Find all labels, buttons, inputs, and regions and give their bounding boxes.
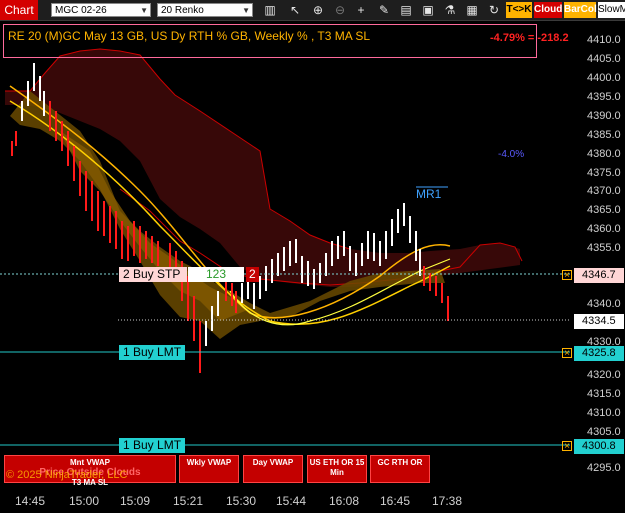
price-tick: 4295.0 (587, 462, 621, 474)
price-tick: 4355.0 (587, 242, 621, 254)
button-label: Min (330, 468, 344, 477)
t-k-button[interactable]: T<>K (506, 2, 532, 18)
bar-type-select[interactable]: 20 Renko ▼ (157, 3, 253, 17)
price-tick: 4340.0 (587, 298, 621, 310)
wkly-vwap-button[interactable]: Wkly VWAP (179, 455, 239, 483)
zoom-out-icon[interactable]: ⊖ (333, 2, 347, 18)
chart-toolbar: Chart MGC 02-26 ▼ 20 Renko ▼ ▥ ↖ ⊕ ⊖ + ✎… (0, 0, 625, 21)
button-label: US ETH OR 15 (309, 458, 365, 467)
price-tick: 4405.0 (587, 53, 621, 65)
drawing-tool-icon[interactable]: ✎ (377, 2, 391, 18)
us-eth-or-button[interactable]: US ETH OR 15 Min (307, 455, 367, 483)
data-box-icon[interactable]: ▦ (465, 2, 479, 18)
bar-chart-icon[interactable]: ▥ (263, 2, 277, 18)
day-vwap-button[interactable]: Day VWAP (243, 455, 303, 483)
gc-rth-or-button[interactable]: GC RTH OR (370, 455, 430, 483)
indicator-icon[interactable]: ⚗ (443, 2, 457, 18)
time-tick: 17:38 (432, 494, 463, 508)
price-chart[interactable]: MR1 -4.0% (0, 21, 580, 489)
strategy-icon[interactable]: ▣ (421, 2, 435, 18)
mr1-label: MR1 (416, 187, 442, 201)
price-tick: 4365.0 (587, 204, 621, 216)
current-price-tag: 4334.5 (574, 314, 624, 329)
chevron-down-icon: ▼ (242, 6, 250, 15)
crosshair-pointer-icon[interactable]: ↖ (288, 2, 302, 18)
buy-limit-label-1[interactable]: 1 Buy LMT (119, 345, 185, 360)
close-icon[interactable]: × (562, 441, 572, 452)
time-tick: 15:09 (120, 494, 151, 508)
pct-change-label: -4.79% = -218.2 (490, 32, 569, 44)
buy-stop-label[interactable]: 2 Buy STP (119, 267, 187, 282)
price-tick: 4310.0 (587, 407, 621, 419)
copyright-text: © 2025 NinjaTrader, LLC (6, 469, 128, 481)
bar-type-value: 20 Renko (161, 5, 204, 16)
time-tick: 16:45 (380, 494, 411, 508)
chart-title[interactable]: Chart (0, 0, 38, 20)
close-icon[interactable]: × (562, 270, 572, 281)
chart-trader-icon[interactable]: ↻ (487, 2, 501, 18)
button-label: Day VWAP (252, 458, 294, 467)
indicator-info-text: RE 20 (M)GC May 13 GB, US Dy RTH % GB, W… (8, 29, 371, 43)
price-tick: 4375.0 (587, 167, 621, 179)
chevron-down-icon: ▼ (140, 6, 148, 15)
price-tick: 4390.0 (587, 110, 621, 122)
crosshair-icon[interactable]: + (354, 2, 368, 18)
time-tick: 15:00 (69, 494, 100, 508)
time-tick: 14:45 (15, 494, 46, 508)
properties-icon[interactable]: ▤ (399, 2, 413, 18)
buy-limit-label-2[interactable]: 1 Buy LMT (119, 438, 185, 453)
button-label: Wkly VWAP (186, 458, 232, 467)
barcol-button[interactable]: BarCol (564, 2, 597, 18)
price-tick: 4370.0 (587, 185, 621, 197)
price-tick: 4315.0 (587, 388, 621, 400)
instrument-value: MGC 02-26 (55, 5, 107, 16)
instrument-select[interactable]: MGC 02-26 ▼ (51, 3, 151, 17)
annot-pct-label: -4.0% (498, 149, 524, 160)
buy-limit-price-tag-2: 4300.8 (574, 439, 624, 454)
zoom-in-icon[interactable]: ⊕ (311, 2, 325, 18)
price-tick: 4305.0 (587, 426, 621, 438)
buy-stop-price-tag: 4346.7 (574, 268, 624, 283)
time-tick: 15:44 (276, 494, 307, 508)
cloud-button[interactable]: Cloud (534, 2, 562, 18)
buy-limit-price-tag-1: 4325.8 (574, 346, 624, 361)
button-label: GC RTH OR (377, 458, 423, 467)
price-tick: 4400.0 (587, 72, 621, 84)
price-tick: 4320.0 (587, 369, 621, 381)
time-tick: 15:21 (173, 494, 204, 508)
price-tick: 4385.0 (587, 129, 621, 141)
time-tick: 16:08 (329, 494, 360, 508)
buy-stop-quantity[interactable]: 123 (188, 267, 244, 282)
price-tick: 4380.0 (587, 148, 621, 160)
time-tick: 15:30 (226, 494, 257, 508)
price-tick: 4360.0 (587, 223, 621, 235)
price-tick: 4395.0 (587, 91, 621, 103)
slowm-button[interactable]: SlowM (598, 2, 625, 18)
close-icon[interactable]: × (562, 348, 572, 359)
price-tick: 4410.0 (587, 34, 621, 46)
buy-stop-close[interactable]: 2 (246, 267, 259, 282)
